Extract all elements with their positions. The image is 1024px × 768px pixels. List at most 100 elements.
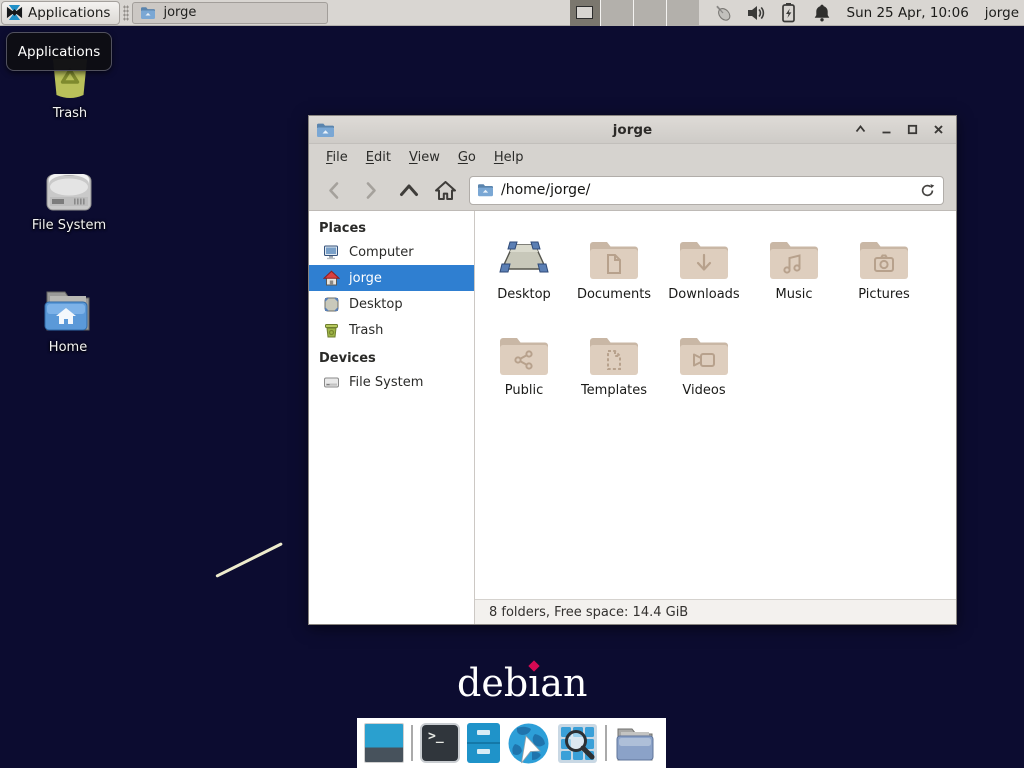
wallpaper-stray-line [215,542,283,578]
desktop-icon-label: Home [49,340,87,355]
folder-item-music[interactable]: Music [749,225,839,321]
sidebar-item-desktop[interactable]: Desktop [309,291,474,317]
applications-tooltip: Applications [6,32,112,71]
shade-icon[interactable] [853,123,867,137]
folder-label: Templates [581,383,647,398]
battery-icon[interactable] [779,2,799,24]
top-panel: Applications jorge [0,0,1024,26]
window-controls [853,123,956,137]
folder-item-downloads[interactable]: Downloads [659,225,749,321]
folder-item-public[interactable]: Public [479,321,569,417]
wordmark-post: an [540,661,587,705]
status-bar: 8 folders, Free space: 14.4 GiB [475,599,956,624]
workspace-window-miniature [576,6,593,19]
videos-folder-icon [678,321,730,377]
app-finder-icon[interactable] [557,723,598,764]
menu-view[interactable]: View [400,147,449,168]
sidebar-places-header: Places [309,217,474,239]
applications-menu-label: Applications [28,5,110,21]
back-icon[interactable] [319,176,347,204]
workspace-3[interactable] [633,0,666,26]
folder-item-pictures[interactable]: Pictures [839,225,929,321]
folder-label: Pictures [858,287,909,302]
sidebar-item-file-system[interactable]: File System [309,369,474,395]
window-body: Places Computer [309,211,956,624]
music-folder-icon [768,225,820,281]
home-icon[interactable] [431,176,459,204]
taskbar-window-button[interactable]: jorge [132,2,328,24]
wordmark-pre: deb [457,661,528,705]
maximize-icon[interactable] [905,123,919,137]
folder-item-videos[interactable]: Videos [659,321,749,417]
folder-item-documents[interactable]: Documents [569,225,659,321]
applications-menu-button[interactable]: Applications [1,1,120,25]
desktop-icon-label: File System [32,218,106,233]
dock-separator [411,725,413,761]
templates-folder-icon [588,321,640,377]
close-icon[interactable] [931,123,945,137]
panel-clock[interactable]: Sun 25 Apr, 10:06 [847,5,969,21]
minimize-icon[interactable] [879,123,893,137]
tooltip-text: Applications [18,44,100,60]
menu-go[interactable]: Go [449,147,485,168]
computer-icon [323,244,340,261]
workspace-2[interactable] [600,0,633,26]
main-area: Desktop Documents [475,211,956,624]
menu-help[interactable]: Help [485,147,533,168]
wordmark-i: ı [528,661,540,705]
status-text: 8 folders, Free space: 14.4 GiB [489,605,688,620]
directory-menu-folder-icon[interactable] [614,724,656,762]
terminal-icon[interactable]: >_ [420,723,460,763]
mouse-device-icon[interactable] [713,2,733,24]
sidebar-item-label: File System [349,375,423,390]
notifications-bell-icon[interactable] [812,2,832,24]
file-manager-window: jorge File Edit View Go Help [308,115,957,625]
path-folder-icon [477,183,494,197]
home-folder-icon [41,286,95,334]
download-folder-icon [678,225,730,281]
sidebar: Places Computer [309,211,475,624]
web-browser-globe-icon[interactable] [507,722,550,765]
hard-drive-icon [46,174,92,212]
trash-icon [323,322,340,339]
path-bar[interactable]: /home/jorge/ [469,176,944,205]
workspace-switcher [570,0,699,26]
folder-label: Public [505,383,543,398]
desktop-icon-label: Trash [53,106,87,121]
workspace-4[interactable] [666,0,699,26]
folder-label: Documents [577,287,651,302]
document-folder-icon [588,225,640,281]
taskbar-folder-icon [140,6,156,20]
sidebar-item-jorge[interactable]: jorge [309,265,474,291]
desktop-icon-file-system[interactable]: File System [23,174,115,233]
panel-username: jorge [985,5,1019,21]
menu-file[interactable]: File [317,147,357,168]
debian-wordmark: debıan [457,661,587,705]
sidebar-item-computer[interactable]: Computer [309,239,474,265]
sidebar-item-trash[interactable]: Trash [309,317,474,343]
folder-item-desktop[interactable]: Desktop [479,225,569,321]
menu-bar: File Edit View Go Help [309,144,956,170]
desktop-icon-home[interactable]: Home [22,286,114,355]
file-grid: Desktop Documents [475,211,956,599]
volume-icon[interactable] [746,2,766,24]
folder-label: Music [776,287,813,302]
window-titlebar[interactable]: jorge [309,116,956,144]
file-cabinet-icon[interactable] [467,723,500,763]
user-home-icon [323,270,340,287]
path-input[interactable]: /home/jorge/ [501,182,590,198]
folder-label: Desktop [497,287,551,302]
menu-edit[interactable]: Edit [357,147,400,168]
show-desktop-icon[interactable] [364,723,404,763]
dock-panel: >_ [357,718,666,768]
public-share-folder-icon [498,321,550,377]
panel-handle[interactable] [123,5,129,21]
forward-icon[interactable] [357,176,385,204]
folder-item-templates[interactable]: Templates [569,321,659,417]
up-icon[interactable] [395,176,423,204]
xfce-applications-icon [6,4,23,21]
refresh-icon[interactable] [920,183,935,198]
workspace-1[interactable] [570,0,600,26]
drive-icon [323,374,340,391]
system-tray [713,2,832,24]
